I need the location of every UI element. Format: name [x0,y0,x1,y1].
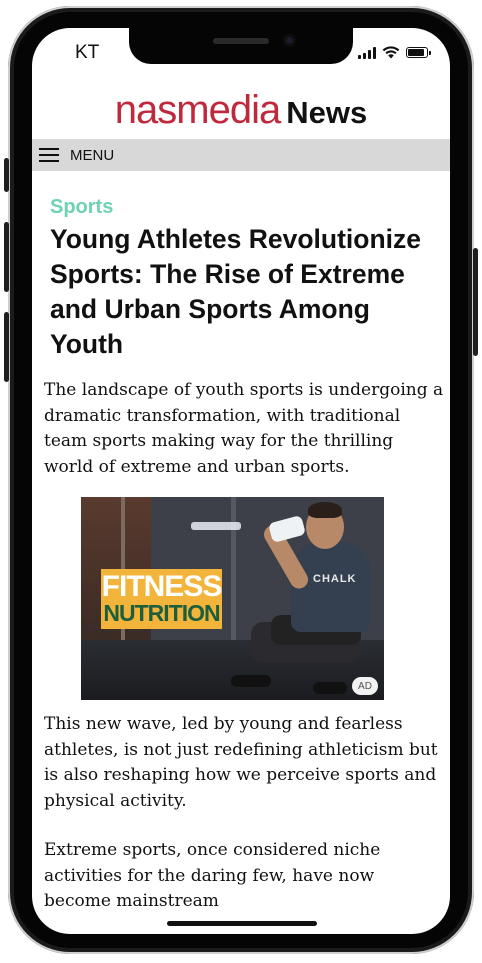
ad-athlete-shoe [231,675,271,687]
ad-athlete-hair [308,502,342,518]
ad-shirt-text: CHALK [313,573,357,585]
advertisement-banner[interactable]: CHALK FITNESS NUTRITION AD [81,497,384,700]
notch [129,28,353,64]
article-paragraph-2: This new wave, led by young and fearless… [44,714,438,811]
volume-up-button [4,222,9,292]
article-paragraph-3: Extreme sports, once considered niche ac… [44,840,381,911]
volume-down-button [4,312,9,382]
ad-gym-rack [231,497,236,647]
power-button [473,248,478,356]
ad-shaker-bottle [267,514,307,544]
brand-logo[interactable]: nasmedia [115,88,281,132]
earpiece-speaker [213,38,269,44]
hamburger-menu-icon[interactable] [39,148,59,162]
menu-bar[interactable]: MENU [32,139,450,171]
carrier-label: KT [75,42,100,63]
site-masthead[interactable]: nasmedia News [32,88,450,133]
battery-icon [406,47,431,58]
home-indicator[interactable] [167,921,317,926]
ad-headline-plate: FITNESS NUTRITION [101,569,222,629]
cellular-signal-icon [358,46,376,59]
ad-headline-line-1: FITNESS [101,570,223,603]
front-camera [283,34,296,47]
mute-switch [4,158,9,192]
menu-button[interactable]: MENU [70,147,114,164]
ad-badge[interactable]: AD [352,677,378,695]
article-headline: Young Athletes Revolutionize Sports: The… [50,224,422,359]
ad-headline-line-2: NUTRITION [103,600,220,626]
article-category-link[interactable]: Sports [50,196,113,219]
wifi-icon [382,46,400,59]
brand-section-label[interactable]: News [286,95,367,130]
phone-screen: KT nasmedia News MENU Sports Young Athlet… [32,28,450,934]
article-paragraph-1: The landscape of youth sports is undergo… [44,380,444,477]
ad-athlete-shoe [313,682,347,694]
status-icons [358,46,431,59]
ad-ceiling-light [191,522,241,530]
